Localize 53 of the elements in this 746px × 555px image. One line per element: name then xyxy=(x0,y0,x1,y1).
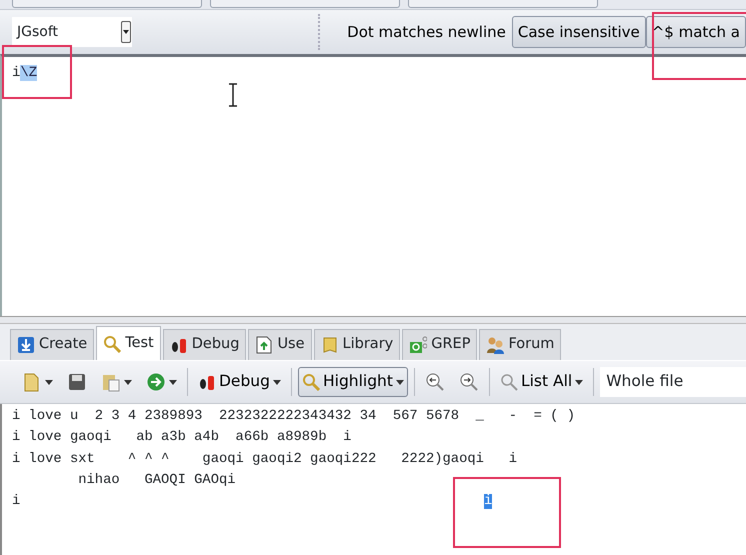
debug-button[interactable]: Debug xyxy=(194,367,285,397)
caret-icon xyxy=(124,380,132,384)
bug-icon xyxy=(170,336,188,354)
caret-icon xyxy=(122,30,129,34)
regex-text: i xyxy=(12,65,20,81)
text-line: i xyxy=(12,494,22,510)
previous-match-icon xyxy=(424,372,445,392)
tab[interactable]: Library xyxy=(314,329,400,360)
tab[interactable]: Test xyxy=(96,326,161,360)
tab[interactable]: Forum xyxy=(479,329,562,360)
download-icon xyxy=(17,336,35,354)
toolbar-button[interactable] xyxy=(408,0,598,8)
option-toggle[interactable]: Case insensitive xyxy=(512,16,646,48)
toolbar-button[interactable] xyxy=(12,0,202,8)
scope-field[interactable]: Whole file xyxy=(600,367,746,397)
option-toggle[interactable]: Dot matches newline xyxy=(341,16,512,48)
globe-icon xyxy=(146,372,166,392)
tab[interactable]: Create xyxy=(10,329,94,360)
text-line: i love gaoqi ab a3b a4b a66b a8989b i xyxy=(12,430,352,446)
text-cursor-icon xyxy=(228,83,238,107)
list-all-button[interactable]: List All xyxy=(496,367,588,397)
highlight-button[interactable]: Highlight xyxy=(298,367,408,397)
option-toggle[interactable]: ^$ match a xyxy=(646,16,746,48)
caret-icon xyxy=(575,380,584,384)
caret-icon xyxy=(272,380,281,384)
selected-text: \Z xyxy=(20,65,38,81)
match-highlight: i xyxy=(484,494,492,510)
caret-icon xyxy=(45,380,53,384)
book-icon xyxy=(320,336,339,354)
flavor-dropdown[interactable]: JGsoft xyxy=(12,17,132,47)
toolbar-button[interactable] xyxy=(210,0,400,8)
magnifier-icon xyxy=(302,373,320,391)
save-icon xyxy=(67,372,87,392)
caret-icon xyxy=(169,380,177,384)
text-line: nihao GAOQI GAOqi xyxy=(77,472,236,488)
tab[interactable]: GREP xyxy=(402,329,478,360)
next-match-icon xyxy=(458,372,479,392)
paste-icon xyxy=(101,372,121,392)
document-icon xyxy=(255,336,274,354)
magnifier-icon xyxy=(500,373,518,391)
tab[interactable]: Use xyxy=(248,329,312,360)
test-text-area[interactable]: i love u 2 3 4 2389893 2232322222343432 34 567 5678 _ - = ( ) i love gaoqi ab a3b a4b a66b a8989b i i love sxt ^ ^ ^ gaoqi gaoqi2 gaoqi222 2222)gaoqi i nihao GAOQI GAOqi i i xyxy=(0,404,746,555)
splitter-bar[interactable] xyxy=(0,316,746,324)
bug-icon xyxy=(198,373,216,391)
regex-editor[interactable]: i\Z xyxy=(0,54,746,316)
people-icon xyxy=(486,336,504,354)
text-line: i love sxt ^ ^ ^ gaoqi gaoqi2 gaoqi222 2222)gaoqi i xyxy=(12,452,518,467)
annotation-frame xyxy=(2,45,72,99)
caret-icon xyxy=(396,380,404,384)
grep-icon xyxy=(409,336,428,354)
tab[interactable]: Debug xyxy=(162,329,246,360)
text-line: i love u 2 3 4 2389893 2232322222343432 34 567 5678 _ - = ( ) xyxy=(12,409,576,424)
magnifier-icon xyxy=(103,334,122,352)
